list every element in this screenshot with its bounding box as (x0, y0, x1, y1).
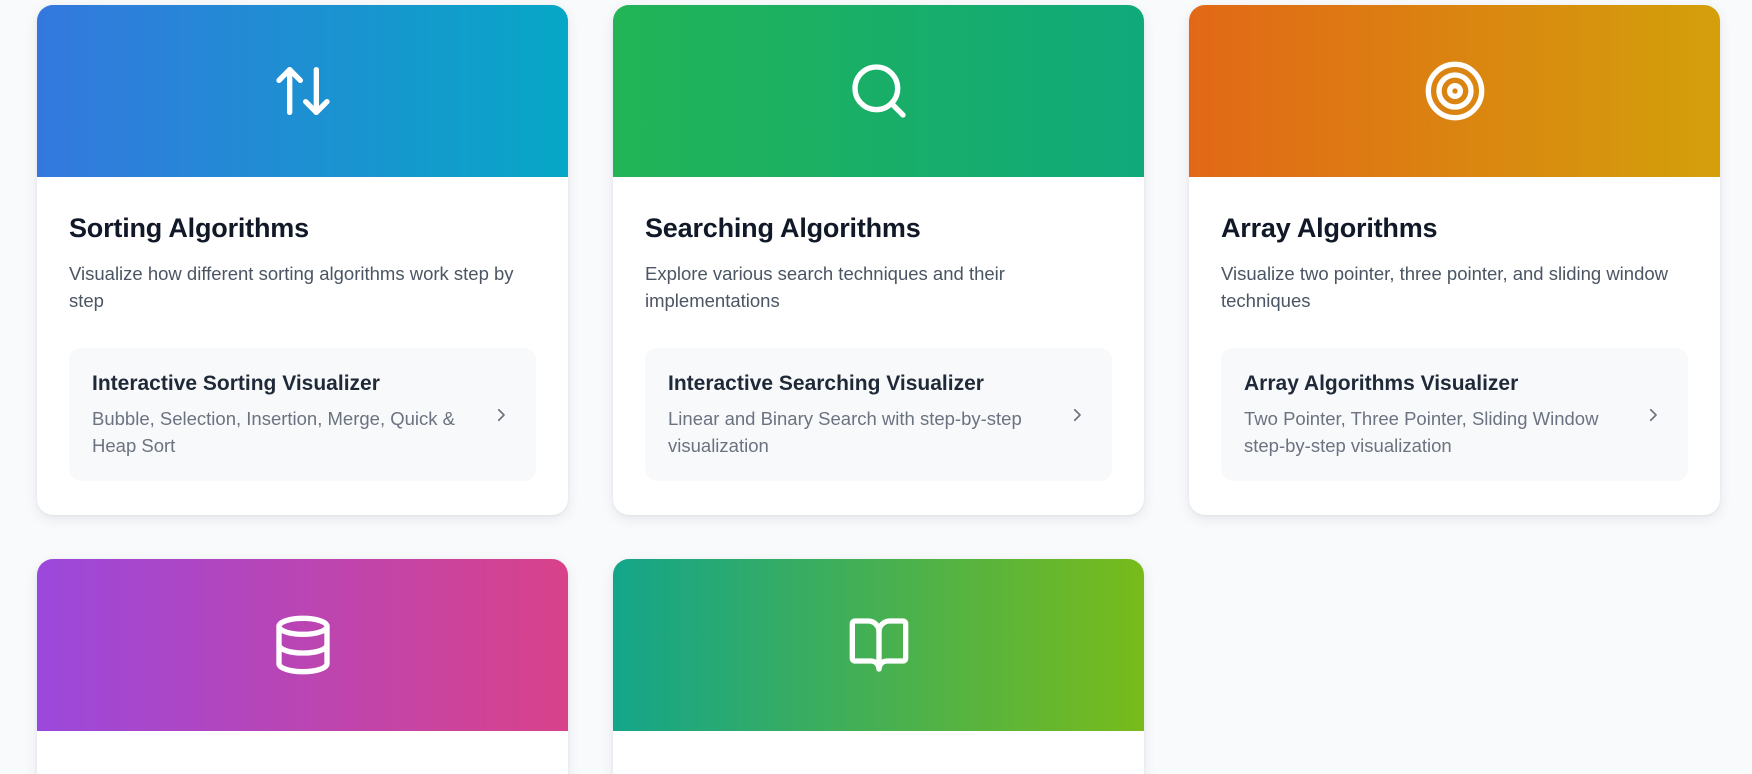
link-title: Interactive Searching Visualizer (668, 372, 984, 395)
searching-visualizer-link[interactable]: Interactive Searching Visualizer Linear … (645, 348, 1112, 481)
card-title: Array Algorithms (1221, 213, 1438, 243)
card-title: Searching Algorithms (645, 213, 921, 243)
book-open-icon (849, 618, 908, 672)
card-database[interactable] (37, 559, 568, 774)
target-icon (1425, 61, 1484, 121)
card-description: Visualize two pointer, three pointer, an… (1221, 263, 1669, 311)
chevron-right-icon (1649, 408, 1657, 421)
card-sorting-algorithms[interactable]: Sorting Algorithms Visualize how differe… (37, 5, 568, 515)
card-title: Sorting Algorithms (69, 213, 309, 243)
card-header (37, 5, 568, 177)
card-book[interactable] (613, 559, 1144, 774)
chevron-right-icon (497, 408, 505, 421)
card-searching-algorithms[interactable]: Searching Algorithms Explore various sea… (613, 5, 1144, 515)
link-description: Bubble, Selection, Insertion, Merge, Qui… (92, 408, 455, 456)
link-description: Two Pointer, Three Pointer, Sliding Wind… (1244, 408, 1599, 456)
card-header (37, 559, 568, 731)
database-icon (275, 615, 330, 675)
card-header (1189, 5, 1720, 177)
array-visualizer-link[interactable]: Array Algorithms Visualizer Two Pointer,… (1221, 348, 1688, 481)
search-icon (851, 64, 906, 118)
card-array-algorithms[interactable]: Array Algorithms Visualize two pointer, … (1189, 5, 1720, 515)
card-description: Explore various search techniques and th… (645, 263, 1005, 311)
arrows-up-down-icon (275, 67, 330, 115)
sorting-visualizer-link[interactable]: Interactive Sorting Visualizer Bubble, S… (69, 348, 536, 481)
chevron-right-icon (1073, 408, 1081, 421)
link-title: Array Algorithms Visualizer (1244, 372, 1519, 395)
link-description: Linear and Binary Search with step-by-st… (668, 408, 1022, 456)
card-description: Visualize how different sorting algorith… (69, 263, 514, 311)
link-title: Interactive Sorting Visualizer (92, 372, 380, 395)
card-header (613, 559, 1144, 731)
card-header (613, 5, 1144, 177)
